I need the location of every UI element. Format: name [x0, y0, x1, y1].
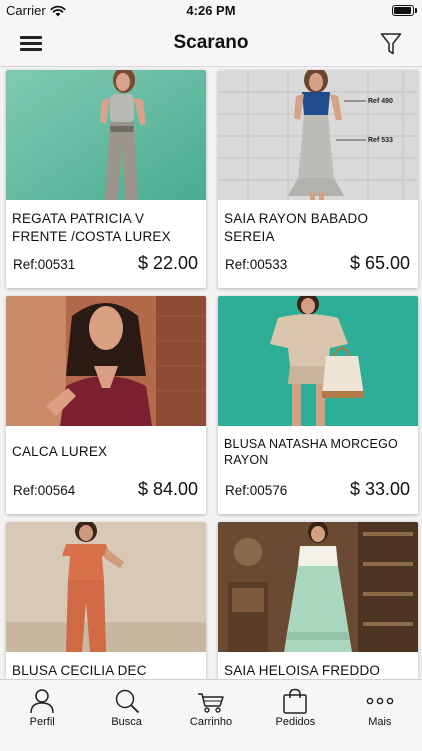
product-image [6, 70, 206, 200]
tab-mais[interactable]: Mais [338, 680, 422, 751]
product-card[interactable]: CALCA LUREX Ref:00564 $ 84.00 [6, 296, 206, 514]
tab-bar: Perfil Busca Carrinho Pedidos Mais [0, 679, 422, 751]
product-ref: Ref:00533 [225, 257, 288, 272]
tab-label: Pedidos [275, 716, 316, 728]
product-image [6, 296, 206, 426]
product-image [218, 522, 418, 652]
product-card[interactable]: BLUSA NATASHA MORCEGO RAYON Ref:00576 $ … [218, 296, 418, 514]
bag-icon [283, 688, 308, 714]
status-bar: Carrier 4:26 PM [0, 0, 422, 22]
product-card[interactable]: REGATA PATRICIA V FRENTE /COSTA LUREX Re… [6, 70, 206, 288]
tab-label: Busca [111, 716, 142, 728]
search-icon [115, 689, 139, 714]
product-name: REGATA PATRICIA V FRENTE /COSTA LUREX [12, 211, 171, 244]
person-icon [30, 689, 54, 714]
image-tag: Ref 490 [368, 98, 393, 105]
product-name: CALCA LUREX [12, 444, 108, 459]
product-price: $ 33.00 [349, 479, 410, 499]
product-ref: Ref:00531 [13, 257, 76, 272]
product-ref: Ref:00576 [225, 483, 288, 498]
product-name: BLUSA NATASHA MORCEGO RAYON [224, 437, 398, 467]
product-name: BLUSA CECILIA DEC [12, 663, 147, 678]
tab-label: Mais [368, 716, 392, 728]
product-image [218, 296, 418, 426]
product-grid: REGATA PATRICIA V FRENTE /COSTA LUREX Re… [0, 67, 422, 679]
filter-icon[interactable] [380, 32, 402, 56]
product-card[interactable]: Ref 490 Ref 533 SAIA RAYON BABADO SEREIA… [218, 70, 418, 288]
product-image [6, 522, 206, 652]
cart-icon [198, 693, 224, 713]
product-card[interactable]: SAIA HELOISA FREDDO [218, 522, 418, 679]
product-name: SAIA RAYON BABADO SEREIA [224, 211, 369, 244]
product-price: $ 65.00 [349, 253, 410, 273]
tab-pedidos[interactable]: Pedidos [253, 680, 337, 751]
tab-perfil[interactable]: Perfil [0, 680, 84, 751]
navigation-bar: Scarano [0, 22, 422, 67]
product-image: Ref 490 Ref 533 [218, 70, 418, 200]
product-name: SAIA HELOISA FREDDO [224, 663, 381, 678]
more-dots-icon [366, 697, 394, 705]
product-price: $ 84.00 [137, 479, 198, 499]
tab-label: Perfil [29, 716, 55, 728]
image-tag: Ref 533 [368, 137, 393, 144]
product-card[interactable]: BLUSA CECILIA DEC [6, 522, 206, 679]
tab-busca[interactable]: Busca [84, 680, 168, 751]
battery-icon [392, 5, 417, 16]
tab-carrinho[interactable]: Carrinho [169, 680, 253, 751]
clock: 4:26 PM [186, 3, 236, 18]
tab-label: Carrinho [189, 716, 233, 728]
product-price: $ 22.00 [137, 253, 198, 273]
page-title: Scarano [173, 32, 249, 53]
product-ref: Ref:00564 [13, 483, 76, 498]
